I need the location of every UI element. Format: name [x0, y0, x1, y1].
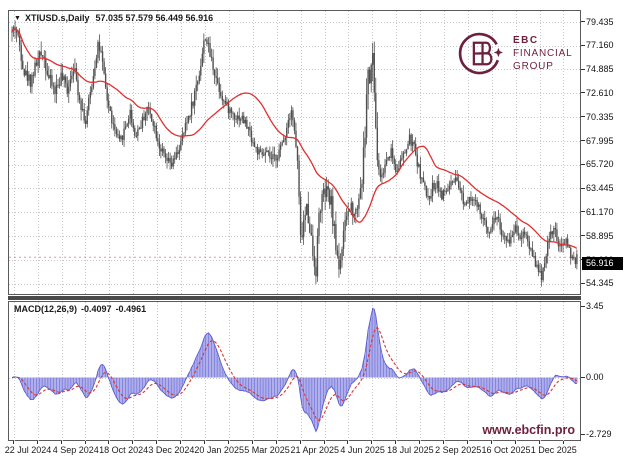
date-axis-label: 1 Dec 2025 — [531, 445, 577, 455]
macd-axis-label: -2.729 — [586, 429, 612, 439]
price-axis-tick — [581, 283, 585, 284]
date-axis-label: 20 Jan 2025 — [194, 445, 244, 455]
macd-title: MACD(12,26,9) -0.4097 -0.4961 — [14, 304, 150, 314]
date-axis-tick — [563, 441, 564, 444]
date-axis-label: 18 Oct 2024 — [99, 445, 148, 455]
price-axis-label: 61.170 — [586, 207, 614, 217]
watermark-url: www.ebcfin.pro — [482, 423, 575, 437]
macd-axis-tick — [581, 434, 585, 435]
date-axis-tick — [276, 441, 277, 444]
date-axis-tick — [419, 441, 420, 444]
date-axis-tick — [61, 441, 62, 444]
ohlc-quotes-label: 57.035 57.579 56.449 56.916 — [95, 13, 213, 23]
date-axis-label: 21 Apr 2025 — [291, 445, 340, 455]
chart-title: ▼ XTIUSD.s,Daily 57.035 57.579 56.449 56.9… — [14, 13, 213, 23]
macd-axis-tick — [581, 306, 585, 307]
price-axis-tick — [581, 116, 585, 117]
date-axis-label: 4 Sep 2024 — [53, 445, 99, 455]
logo-abbr: EBC — [513, 35, 572, 46]
date-axis-tick — [132, 441, 133, 444]
date-axis-tick — [108, 441, 109, 444]
price-axis-label: 54.345 — [586, 278, 614, 288]
price-axis-tick — [581, 188, 585, 189]
price-axis-tick — [581, 235, 585, 236]
logo-line2: FINANCIAL — [513, 48, 572, 59]
macd-axis-label: 0.00 — [586, 372, 604, 382]
date-axis-label: 5 Mar 2025 — [244, 445, 290, 455]
date-axis-tick — [515, 441, 516, 444]
macd-main-value: -0.4097 — [81, 304, 112, 314]
date-axis-label: 16 Oct 2025 — [481, 445, 530, 455]
price-axis-label: 79.435 — [586, 17, 614, 27]
price-axis-tick — [581, 164, 585, 165]
date-axis-tick — [347, 441, 348, 444]
date-axis-tick — [13, 441, 14, 444]
date-axis-tick — [228, 441, 229, 444]
date-axis-tick — [395, 441, 396, 444]
price-axis-label: 72.610 — [586, 88, 614, 98]
date-axis-tick — [443, 441, 444, 444]
price-axis-label: 74.885 — [586, 64, 614, 74]
price-axis-label: 77.160 — [586, 40, 614, 50]
date-axis-tick — [467, 441, 468, 444]
symbol-timeframe-label: XTIUSD.s,Daily — [25, 13, 90, 23]
date-axis-label: 22 Jul 2024 — [5, 445, 52, 455]
price-axis-tick — [581, 211, 585, 212]
price-axis-label: 58.895 — [586, 231, 614, 241]
price-axis-tick — [581, 69, 585, 70]
price-axis-label: 70.335 — [586, 112, 614, 122]
broker-logo: EBC FINANCIAL GROUP — [457, 30, 572, 77]
macd-canvas[interactable] — [9, 302, 580, 441]
date-axis-tick — [252, 441, 253, 444]
panel-resize-divider[interactable] — [8, 296, 581, 300]
price-axis-label: 65.720 — [586, 159, 614, 169]
logo-line3: GROUP — [513, 61, 572, 72]
price-axis-tick — [581, 140, 585, 141]
date-axis-tick — [156, 441, 157, 444]
price-axis-tick — [581, 45, 585, 46]
macd-signal-value: -0.4961 — [116, 304, 147, 314]
current-price-tag: 56.916 — [582, 257, 623, 270]
date-axis-label: 2 Sep 2025 — [435, 445, 481, 455]
ebc-logo-icon — [457, 30, 504, 77]
date-axis-tick — [300, 441, 301, 444]
macd-axis-label: 3.45 — [586, 301, 604, 311]
date-axis-label: 18 Jul 2025 — [387, 445, 434, 455]
date-axis-tick — [539, 441, 540, 444]
date-axis-tick — [85, 441, 86, 444]
date-axis-tick — [491, 441, 492, 444]
date-axis-label: 3 Dec 2024 — [148, 445, 194, 455]
date-axis-tick — [180, 441, 181, 444]
date-axis-tick — [324, 441, 325, 444]
date-axis-tick — [37, 441, 38, 444]
date-axis-label: 4 Jun 2025 — [340, 445, 385, 455]
price-axis-label: 67.995 — [586, 136, 614, 146]
date-axis-tick — [204, 441, 205, 444]
trading-terminal-chart: ▼ XTIUSD.s,Daily 57.035 57.579 56.449 56.9… — [0, 0, 625, 465]
price-axis-tick — [581, 21, 585, 22]
chevron-down-icon[interactable]: ▼ — [14, 15, 21, 22]
macd-axis-tick — [581, 377, 585, 378]
macd-label: MACD(12,26,9) — [14, 304, 77, 314]
price-axis-label: 63.445 — [586, 183, 614, 193]
price-axis-tick — [581, 92, 585, 93]
date-axis-tick — [371, 441, 372, 444]
